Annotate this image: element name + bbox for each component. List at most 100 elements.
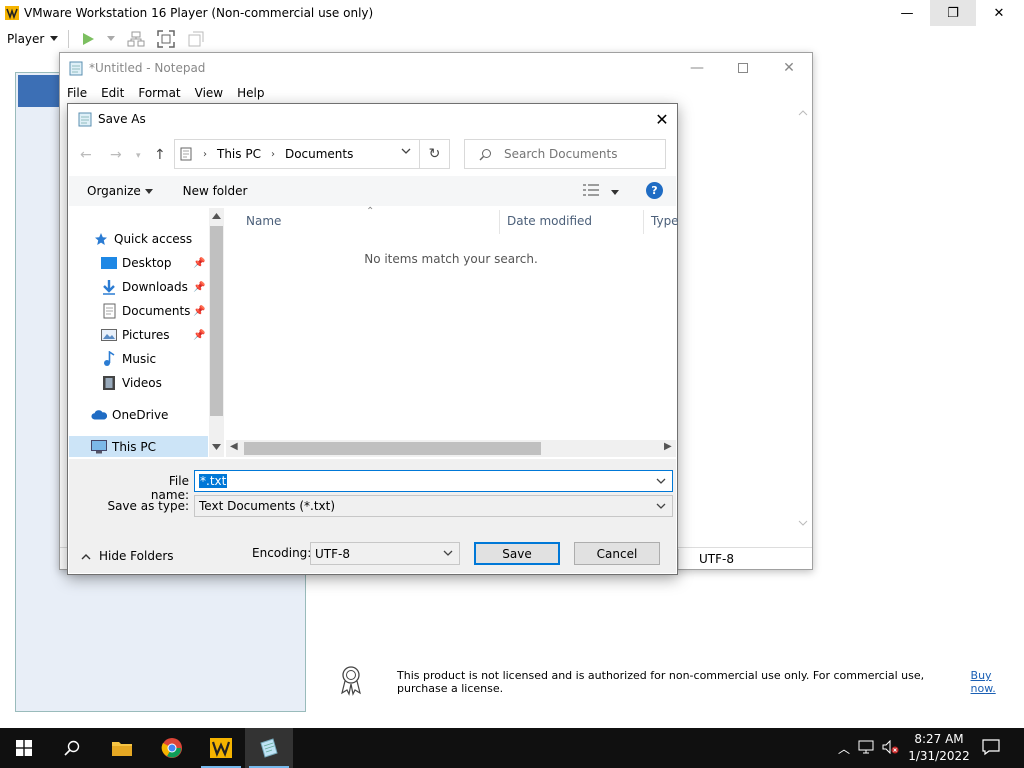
address-bar[interactable]: › This PC › Documents	[174, 139, 420, 169]
file-name-input[interactable]: *.txt	[194, 470, 673, 492]
column-divider[interactable]	[499, 210, 500, 234]
buy-now-link[interactable]: Buy now.	[971, 669, 1015, 695]
nav-documents[interactable]: Documents 📌	[101, 300, 209, 322]
nav-downloads[interactable]: Downloads 📌	[101, 276, 209, 298]
search-input[interactable]	[504, 147, 664, 161]
menu-view[interactable]: View	[195, 86, 223, 100]
chevron-up-icon	[81, 553, 91, 559]
encoding-select[interactable]: UTF-8	[310, 542, 460, 565]
nav-onedrive[interactable]: OneDrive	[91, 404, 168, 426]
scrollbar-thumb[interactable]	[210, 226, 223, 416]
nav-label: Pictures	[122, 328, 170, 342]
forward-arrow-icon[interactable]: →	[110, 147, 122, 163]
new-folder-button[interactable]: New folder	[183, 184, 248, 198]
notifications-icon[interactable]	[982, 738, 1000, 756]
taskbar-vmware[interactable]	[197, 728, 245, 768]
cancel-button[interactable]: Cancel	[574, 542, 660, 565]
vmware-logo-icon	[210, 738, 232, 758]
menu-help[interactable]: Help	[237, 86, 264, 100]
restore-button[interactable]: ❐	[930, 0, 976, 26]
start-button[interactable]	[0, 728, 48, 768]
send-ctrl-alt-del-button[interactable]	[125, 29, 147, 49]
chevron-down-icon[interactable]	[107, 36, 116, 42]
scroll-down-icon[interactable]	[798, 519, 808, 527]
back-arrow-icon[interactable]: ←	[80, 147, 92, 163]
hide-folders-button[interactable]: Hide Folders	[81, 549, 174, 563]
refresh-button[interactable]: ↻	[420, 139, 450, 169]
save-as-type-select[interactable]: Text Documents (*.txt)	[194, 495, 673, 517]
column-header-date-modified[interactable]: Date modified	[507, 214, 592, 228]
fullscreen-icon	[157, 30, 176, 48]
chevron-up-icon[interactable]: ︿	[838, 740, 850, 757]
menu-file[interactable]: File	[67, 86, 87, 100]
save-button[interactable]: Save	[474, 542, 560, 565]
search-icon	[64, 740, 80, 756]
network-icon[interactable]	[858, 740, 874, 754]
chevron-down-icon[interactable]	[401, 148, 411, 155]
horizontal-scrollbar[interactable]: ◀ ▶	[226, 440, 676, 457]
nav-this-pc[interactable]: This PC	[69, 436, 208, 457]
chevron-down-icon[interactable]	[656, 478, 666, 485]
nav-quick-access[interactable]: Quick access	[93, 228, 192, 250]
taskbar-notepad[interactable]	[245, 728, 293, 768]
scrollbar-thumb[interactable]	[244, 442, 541, 455]
taskbar-file-explorer[interactable]	[98, 728, 146, 768]
nav-pictures[interactable]: Pictures 📌	[101, 324, 209, 346]
save-form: File name: *.txt Save as type: Text Docu…	[69, 459, 676, 573]
nav-desktop[interactable]: Desktop 📌	[101, 252, 209, 274]
scroll-right-icon[interactable]: ▶	[664, 441, 672, 452]
taskbar-chrome[interactable]	[148, 728, 196, 768]
nav-videos[interactable]: Videos	[101, 372, 162, 394]
computer-icon	[91, 439, 107, 455]
close-button[interactable]: ✕	[976, 0, 1022, 26]
breadcrumb-this-pc[interactable]: This PC	[217, 147, 261, 161]
nav-vertical-scrollbar[interactable]	[209, 208, 224, 457]
column-divider[interactable]	[643, 210, 644, 234]
unity-button[interactable]	[185, 29, 207, 49]
clock[interactable]: 8:27 AM 1/31/2022	[908, 731, 970, 765]
notepad-vertical-scrollbar[interactable]	[796, 105, 810, 533]
close-button[interactable]: ✕	[766, 53, 812, 83]
full-screen-button[interactable]	[155, 29, 177, 49]
breadcrumb-separator-icon: ›	[270, 148, 275, 160]
minimize-button[interactable]: —	[674, 53, 720, 83]
scroll-up-icon[interactable]	[798, 109, 808, 117]
power-on-button[interactable]	[77, 29, 99, 49]
volume-muted-icon[interactable]	[882, 740, 900, 754]
menu-format[interactable]: Format	[138, 86, 180, 100]
pin-icon: 📌	[193, 305, 206, 317]
scroll-down-icon[interactable]	[212, 444, 221, 450]
cloud-icon	[91, 407, 107, 423]
vmware-logo-icon	[5, 6, 19, 20]
recent-locations-chevron-icon[interactable]: ▾	[136, 151, 141, 161]
chrome-icon	[161, 738, 182, 758]
view-options-button[interactable]	[583, 184, 619, 199]
close-button[interactable]: ✕	[647, 104, 677, 134]
minimize-button[interactable]: —	[884, 0, 930, 26]
nav-label: Quick access	[114, 232, 193, 246]
notepad-menubar: File Edit Format View Help	[60, 83, 812, 103]
scroll-up-icon[interactable]	[212, 213, 221, 219]
breadcrumb-documents[interactable]: Documents	[285, 147, 353, 161]
music-icon	[101, 351, 117, 367]
nav-label: Documents	[122, 304, 191, 318]
navigation-bar: ← → ▾ ↑ › This PC › Documents ↻	[68, 139, 679, 171]
maximize-button[interactable]	[720, 53, 766, 83]
system-tray: ︿	[838, 740, 900, 757]
scroll-left-icon[interactable]: ◀	[230, 441, 238, 452]
menu-edit[interactable]: Edit	[101, 86, 124, 100]
help-icon[interactable]: ?	[646, 182, 663, 199]
nav-music[interactable]: Music	[101, 348, 156, 370]
refresh-icon: ↻	[428, 146, 441, 162]
search-box[interactable]	[464, 139, 666, 169]
organize-button[interactable]: Organize	[87, 184, 153, 198]
search-button[interactable]	[48, 728, 96, 768]
column-header-name[interactable]: Name	[246, 214, 281, 228]
pin-icon: 📌	[193, 257, 206, 269]
taskbar: ︿ 8:27 AM 1/31/2022	[0, 728, 1024, 768]
player-menu-button[interactable]: Player	[7, 32, 59, 46]
file-name-label: File name:	[150, 474, 189, 502]
column-header-type[interactable]: Type	[651, 214, 679, 228]
up-arrow-icon[interactable]: ↑	[154, 147, 166, 163]
organize-label: Organize	[87, 184, 141, 198]
